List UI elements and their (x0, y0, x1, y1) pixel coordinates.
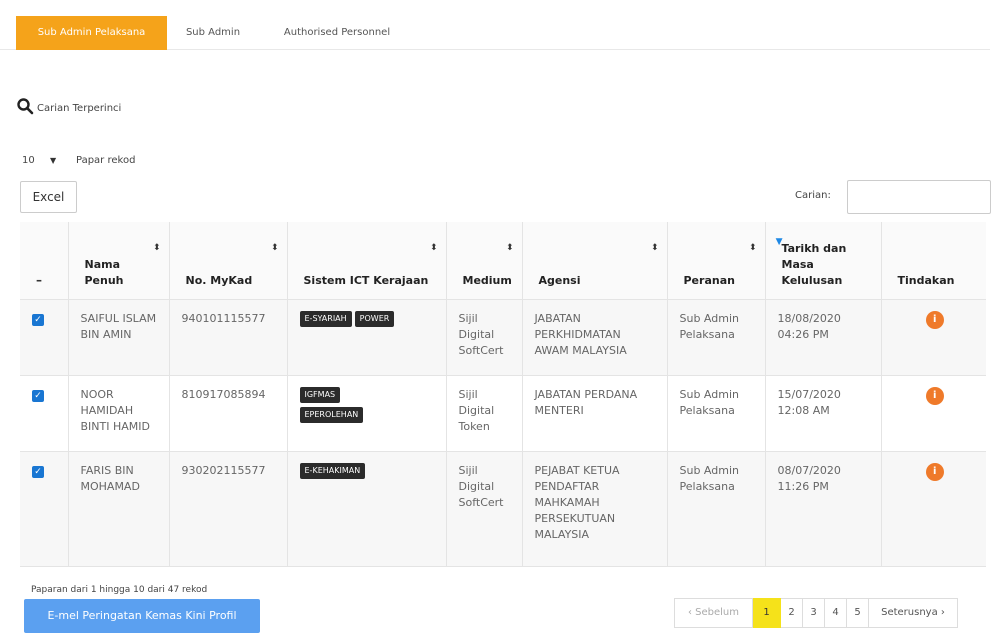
page-3[interactable]: 3 (803, 598, 825, 628)
admin-table: – ⬍ Nama Penuh ⬍ No. MyKad ⬍ Sistem ICT Ker… (20, 222, 986, 567)
email-reminder-button[interactable]: E-mel Peringatan Kemas Kini Profil (24, 599, 260, 633)
search-label: Carian: (795, 190, 831, 201)
sort-icon: ⬍ (270, 243, 279, 253)
cell-role: Sub Admin Pelaksana (667, 451, 766, 567)
records-info: Paparan dari 1 hingga 10 dari 47 rekod (31, 585, 208, 595)
tab-authorised-personnel[interactable]: Authorised Personnel (272, 16, 402, 50)
sort-icon: ⬍ (505, 243, 514, 253)
tab-sub-admin-pelaksana[interactable]: Sub Admin Pelaksana (16, 16, 167, 50)
cell-mykad: 930202115577 (169, 451, 288, 567)
cell-agency: JABATAN PERKHIDMATAN AWAM MALAYSIA (522, 299, 668, 376)
row-checkbox[interactable]: ✓ (32, 389, 44, 402)
cell-agency: JABATAN PERDANA MENTERI (522, 375, 668, 452)
cell-name: NOOR HAMIDAH BINTI HAMID (68, 375, 170, 452)
column-select-all[interactable]: – (20, 222, 69, 300)
sort-desc-icon: ▼ (775, 237, 783, 247)
table-header-row: – ⬍ Nama Penuh ⬍ No. MyKad ⬍ Sistem ICT Ker… (20, 222, 986, 300)
cell-systems: IGFMAS EPEROLEHAN (287, 375, 447, 452)
excel-export-button[interactable]: Excel (20, 181, 77, 213)
system-badge: EPEROLEHAN (299, 406, 364, 423)
sort-icon: ⬍ (650, 243, 659, 253)
page-1[interactable]: 1 (753, 598, 781, 628)
search-input[interactable] (847, 180, 991, 214)
cell-mykad: 810917085894 (169, 375, 288, 452)
cell-role: Sub Admin Pelaksana (667, 299, 766, 376)
system-badge: POWER (354, 310, 395, 327)
advanced-search-label: Carian Terperinci (37, 102, 122, 114)
cell-agency: PEJABAT KETUA PENDAFTAR MAHKAMAH PERSEKU… (522, 451, 668, 567)
pagination-prev[interactable]: ‹ Sebelum (674, 598, 753, 628)
row-checkbox[interactable]: ✓ (32, 465, 44, 478)
cell-name: SAIFUL ISLAM BIN AMIN (68, 299, 170, 376)
table-row: ✓ SAIFUL ISLAM BIN AMIN 940101115577 E-S… (20, 299, 986, 376)
cell-systems: E-SYARIAH POWER (287, 299, 447, 376)
column-header-mykad[interactable]: ⬍ No. MyKad (169, 222, 288, 300)
page-2[interactable]: 2 (781, 598, 803, 628)
page-length-value: 10 (22, 154, 35, 166)
cell-mykad: 940101115577 (169, 299, 288, 376)
cell-systems: E-KEHAKIMAN (287, 451, 447, 567)
column-header-name[interactable]: ⬍ Nama Penuh (68, 222, 170, 300)
cell-name: FARIS BIN MOHAMAD (68, 451, 170, 567)
chevron-down-icon: ▼ (50, 155, 57, 165)
info-icon[interactable]: i (925, 462, 944, 481)
page-4[interactable]: 4 (825, 598, 847, 628)
system-badge: E-SYARIAH (299, 310, 352, 327)
info-icon[interactable]: i (925, 386, 944, 405)
sort-icon: ⬍ (748, 243, 757, 253)
cell-medium: Sijil Digital Token (446, 375, 523, 452)
table-row: ✓ NOOR HAMIDAH BINTI HAMID 810917085894 … (20, 375, 986, 452)
advanced-search-toggle[interactable]: Carian Terperinci (16, 95, 121, 117)
pagination: ‹ Sebelum 1 2 3 4 5 Seterusnya › (674, 598, 958, 628)
cell-medium: Sijil Digital SoftCert (446, 299, 523, 376)
cell-approval-date: 15/07/2020 12:08 AM (765, 375, 882, 452)
page-length-control: 10 ▼ Papar rekod (22, 150, 135, 170)
pagination-next[interactable]: Seterusnya › (869, 598, 958, 628)
sort-icon: ⬍ (429, 243, 438, 253)
tab-sub-admin[interactable]: Sub Admin (176, 16, 250, 50)
table-row: ✓ FARIS BIN MOHAMAD 930202115577 E-KEHAK… (20, 451, 986, 567)
column-header-system[interactable]: ⬍ Sistem ICT Kerajaan (287, 222, 447, 300)
cell-medium: Sijil Digital SoftCert (446, 451, 523, 567)
cell-approval-date: 08/07/2020 11:26 PM (765, 451, 882, 567)
cell-approval-date: 18/08/2020 04:26 PM (765, 299, 882, 376)
page-length-label: Papar rekod (76, 154, 136, 166)
system-badge: IGFMAS (299, 386, 341, 403)
page-5[interactable]: 5 (847, 598, 869, 628)
page-length-select[interactable]: 10 ▼ (22, 155, 76, 166)
system-badge: E-KEHAKIMAN (299, 462, 366, 479)
tab-bar: Sub Admin Pelaksana Sub Admin Authorised… (0, 16, 990, 50)
column-header-role[interactable]: ⬍ Peranan (667, 222, 766, 300)
row-checkbox[interactable]: ✓ (32, 313, 44, 326)
column-header-medium[interactable]: ⬍ Medium (446, 222, 523, 300)
cell-role: Sub Admin Pelaksana (667, 375, 766, 452)
sort-icon: ⬍ (152, 243, 161, 253)
search-icon (17, 98, 34, 115)
column-header-agency[interactable]: ⬍ Agensi (522, 222, 668, 300)
column-header-action: Tindakan (881, 222, 986, 300)
info-icon[interactable]: i (925, 310, 944, 329)
column-header-approval-date[interactable]: ▼ Tarikh dan Masa Kelulusan (765, 222, 882, 300)
